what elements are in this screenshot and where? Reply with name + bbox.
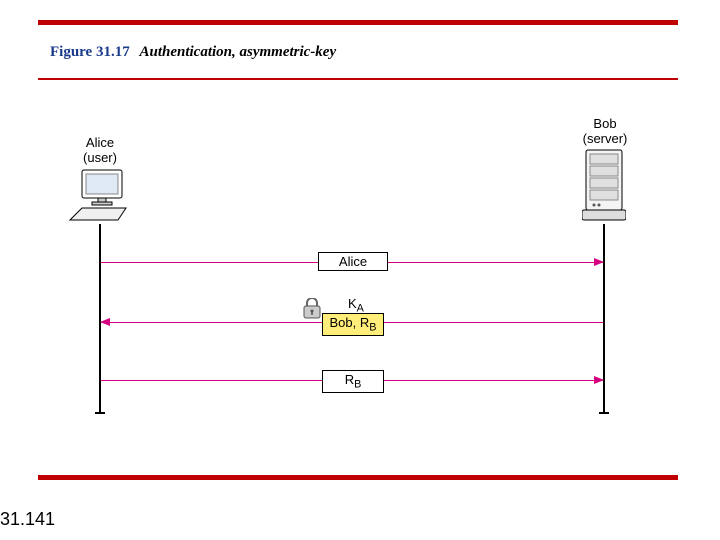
figure-title: Authentication, asymmetric-key	[139, 44, 336, 60]
bob-name: Bob	[575, 116, 635, 131]
figure-caption: Figure 31.17 Authentication, asymmetric-…	[50, 44, 336, 61]
msg2-body-a: Bob, R	[330, 315, 370, 330]
alice-labels: Alice (user)	[70, 135, 130, 165]
msg2-key: K	[348, 296, 357, 311]
msg1-box: Alice	[318, 252, 388, 271]
rule-bottom	[38, 475, 678, 480]
figure-number: Figure 31.17	[50, 44, 130, 60]
bob-timeline-end	[599, 412, 609, 414]
msg3-b: B	[354, 379, 361, 391]
page-number: 31.141	[0, 509, 55, 530]
bob-role: (server)	[575, 131, 635, 146]
rule-mid	[38, 78, 678, 80]
alice-name: Alice	[70, 135, 130, 150]
padlock-icon	[302, 298, 322, 320]
computer-icon	[68, 168, 132, 224]
alice-timeline-end	[95, 412, 105, 414]
msg3-arrow	[594, 376, 604, 384]
alice-role: (user)	[70, 150, 130, 165]
msg2-box: Bob, RB	[322, 313, 384, 336]
msg1-arrow	[594, 258, 604, 266]
bob-timeline	[603, 224, 605, 414]
rule-top	[38, 20, 678, 25]
msg2-arrow	[100, 318, 110, 326]
msg2-keylabel: KA	[348, 296, 364, 315]
bob-labels: Bob (server)	[575, 116, 635, 146]
msg1-text: Alice	[339, 254, 367, 269]
msg3-a: R	[345, 372, 354, 387]
msg3-box: RB	[322, 370, 384, 393]
server-icon	[582, 148, 626, 224]
msg2-body-b: B	[369, 322, 376, 334]
